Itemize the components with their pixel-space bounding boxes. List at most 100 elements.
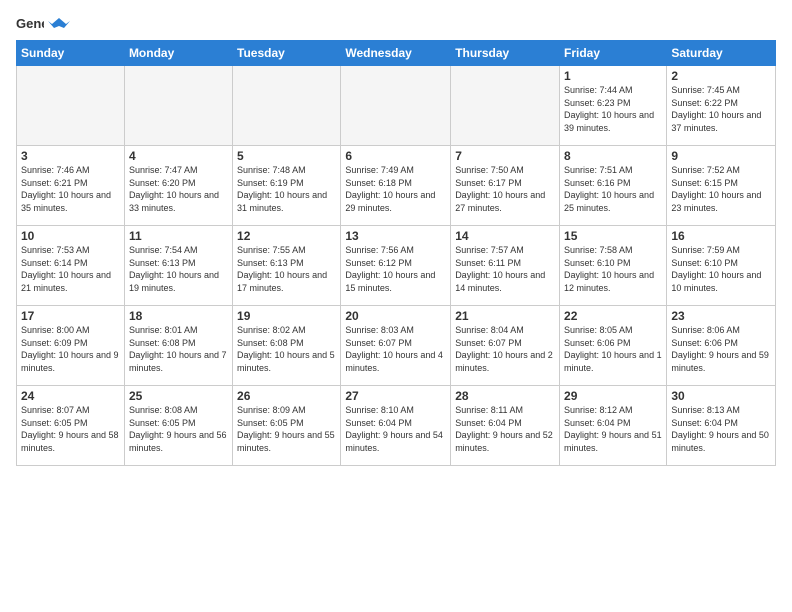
day-info: Sunrise: 8:05 AM Sunset: 6:06 PM Dayligh… [564, 324, 662, 374]
calendar-cell: 19Sunrise: 8:02 AM Sunset: 6:08 PM Dayli… [233, 306, 341, 386]
day-number: 14 [455, 229, 555, 243]
calendar-cell [233, 66, 341, 146]
calendar-cell: 14Sunrise: 7:57 AM Sunset: 6:11 PM Dayli… [451, 226, 560, 306]
calendar-cell: 15Sunrise: 7:58 AM Sunset: 6:10 PM Dayli… [560, 226, 667, 306]
day-number: 1 [564, 69, 662, 83]
day-info: Sunrise: 7:59 AM Sunset: 6:10 PM Dayligh… [671, 244, 771, 294]
calendar-cell: 2Sunrise: 7:45 AM Sunset: 6:22 PM Daylig… [667, 66, 776, 146]
calendar-cell [17, 66, 125, 146]
day-info: Sunrise: 7:50 AM Sunset: 6:17 PM Dayligh… [455, 164, 555, 214]
calendar-cell: 3Sunrise: 7:46 AM Sunset: 6:21 PM Daylig… [17, 146, 125, 226]
day-info: Sunrise: 7:48 AM Sunset: 6:19 PM Dayligh… [237, 164, 336, 214]
day-info: Sunrise: 7:55 AM Sunset: 6:13 PM Dayligh… [237, 244, 336, 294]
calendar-cell: 23Sunrise: 8:06 AM Sunset: 6:06 PM Dayli… [667, 306, 776, 386]
calendar-week-4: 24Sunrise: 8:07 AM Sunset: 6:05 PM Dayli… [17, 386, 776, 466]
calendar-cell [451, 66, 560, 146]
day-number: 4 [129, 149, 228, 163]
day-number: 15 [564, 229, 662, 243]
day-info: Sunrise: 7:49 AM Sunset: 6:18 PM Dayligh… [345, 164, 446, 214]
day-info: Sunrise: 7:58 AM Sunset: 6:10 PM Dayligh… [564, 244, 662, 294]
calendar-table: SundayMondayTuesdayWednesdayThursdayFrid… [16, 40, 776, 466]
calendar-week-2: 10Sunrise: 7:53 AM Sunset: 6:14 PM Dayli… [17, 226, 776, 306]
day-info: Sunrise: 8:11 AM Sunset: 6:04 PM Dayligh… [455, 404, 555, 454]
calendar-cell: 5Sunrise: 7:48 AM Sunset: 6:19 PM Daylig… [233, 146, 341, 226]
day-number: 7 [455, 149, 555, 163]
day-number: 27 [345, 389, 446, 403]
weekday-header-monday: Monday [124, 41, 232, 66]
calendar-cell: 18Sunrise: 8:01 AM Sunset: 6:08 PM Dayli… [124, 306, 232, 386]
day-number: 23 [671, 309, 771, 323]
day-info: Sunrise: 8:06 AM Sunset: 6:06 PM Dayligh… [671, 324, 771, 374]
day-info: Sunrise: 7:54 AM Sunset: 6:13 PM Dayligh… [129, 244, 228, 294]
calendar-cell: 9Sunrise: 7:52 AM Sunset: 6:15 PM Daylig… [667, 146, 776, 226]
day-number: 26 [237, 389, 336, 403]
day-info: Sunrise: 7:45 AM Sunset: 6:22 PM Dayligh… [671, 84, 771, 134]
calendar-cell: 4Sunrise: 7:47 AM Sunset: 6:20 PM Daylig… [124, 146, 232, 226]
weekday-header-row: SundayMondayTuesdayWednesdayThursdayFrid… [17, 41, 776, 66]
weekday-header-sunday: Sunday [17, 41, 125, 66]
day-info: Sunrise: 8:08 AM Sunset: 6:05 PM Dayligh… [129, 404, 228, 454]
day-info: Sunrise: 7:57 AM Sunset: 6:11 PM Dayligh… [455, 244, 555, 294]
calendar-cell: 28Sunrise: 8:11 AM Sunset: 6:04 PM Dayli… [451, 386, 560, 466]
day-number: 18 [129, 309, 228, 323]
weekday-header-thursday: Thursday [451, 41, 560, 66]
calendar-cell: 27Sunrise: 8:10 AM Sunset: 6:04 PM Dayli… [341, 386, 451, 466]
logo: General [16, 12, 70, 34]
logo-icon: General [16, 12, 44, 34]
day-info: Sunrise: 8:01 AM Sunset: 6:08 PM Dayligh… [129, 324, 228, 374]
day-number: 24 [21, 389, 120, 403]
day-number: 20 [345, 309, 446, 323]
calendar-cell: 6Sunrise: 7:49 AM Sunset: 6:18 PM Daylig… [341, 146, 451, 226]
day-info: Sunrise: 7:53 AM Sunset: 6:14 PM Dayligh… [21, 244, 120, 294]
header: General [16, 12, 776, 34]
day-info: Sunrise: 7:56 AM Sunset: 6:12 PM Dayligh… [345, 244, 446, 294]
day-info: Sunrise: 8:09 AM Sunset: 6:05 PM Dayligh… [237, 404, 336, 454]
calendar-week-3: 17Sunrise: 8:00 AM Sunset: 6:09 PM Dayli… [17, 306, 776, 386]
day-number: 16 [671, 229, 771, 243]
calendar-cell: 26Sunrise: 8:09 AM Sunset: 6:05 PM Dayli… [233, 386, 341, 466]
calendar-cell: 22Sunrise: 8:05 AM Sunset: 6:06 PM Dayli… [560, 306, 667, 386]
calendar-cell: 29Sunrise: 8:12 AM Sunset: 6:04 PM Dayli… [560, 386, 667, 466]
day-number: 25 [129, 389, 228, 403]
calendar-cell: 30Sunrise: 8:13 AM Sunset: 6:04 PM Dayli… [667, 386, 776, 466]
day-info: Sunrise: 7:51 AM Sunset: 6:16 PM Dayligh… [564, 164, 662, 214]
calendar-cell: 11Sunrise: 7:54 AM Sunset: 6:13 PM Dayli… [124, 226, 232, 306]
day-number: 8 [564, 149, 662, 163]
calendar-cell: 20Sunrise: 8:03 AM Sunset: 6:07 PM Dayli… [341, 306, 451, 386]
day-info: Sunrise: 8:13 AM Sunset: 6:04 PM Dayligh… [671, 404, 771, 454]
calendar-cell: 16Sunrise: 7:59 AM Sunset: 6:10 PM Dayli… [667, 226, 776, 306]
day-number: 13 [345, 229, 446, 243]
weekday-header-tuesday: Tuesday [233, 41, 341, 66]
calendar-week-0: 1Sunrise: 7:44 AM Sunset: 6:23 PM Daylig… [17, 66, 776, 146]
day-info: Sunrise: 8:07 AM Sunset: 6:05 PM Dayligh… [21, 404, 120, 454]
day-number: 29 [564, 389, 662, 403]
day-number: 19 [237, 309, 336, 323]
weekday-header-friday: Friday [560, 41, 667, 66]
day-info: Sunrise: 8:04 AM Sunset: 6:07 PM Dayligh… [455, 324, 555, 374]
day-number: 2 [671, 69, 771, 83]
day-info: Sunrise: 7:52 AM Sunset: 6:15 PM Dayligh… [671, 164, 771, 214]
calendar-cell: 7Sunrise: 7:50 AM Sunset: 6:17 PM Daylig… [451, 146, 560, 226]
calendar-cell: 1Sunrise: 7:44 AM Sunset: 6:23 PM Daylig… [560, 66, 667, 146]
day-number: 30 [671, 389, 771, 403]
day-info: Sunrise: 8:12 AM Sunset: 6:04 PM Dayligh… [564, 404, 662, 454]
day-info: Sunrise: 7:44 AM Sunset: 6:23 PM Dayligh… [564, 84, 662, 134]
calendar-week-1: 3Sunrise: 7:46 AM Sunset: 6:21 PM Daylig… [17, 146, 776, 226]
day-number: 6 [345, 149, 446, 163]
day-info: Sunrise: 7:47 AM Sunset: 6:20 PM Dayligh… [129, 164, 228, 214]
day-info: Sunrise: 8:02 AM Sunset: 6:08 PM Dayligh… [237, 324, 336, 374]
day-number: 10 [21, 229, 120, 243]
calendar-cell: 13Sunrise: 7:56 AM Sunset: 6:12 PM Dayli… [341, 226, 451, 306]
day-number: 12 [237, 229, 336, 243]
calendar-cell: 8Sunrise: 7:51 AM Sunset: 6:16 PM Daylig… [560, 146, 667, 226]
calendar-cell: 12Sunrise: 7:55 AM Sunset: 6:13 PM Dayli… [233, 226, 341, 306]
calendar-cell [124, 66, 232, 146]
day-info: Sunrise: 8:00 AM Sunset: 6:09 PM Dayligh… [21, 324, 120, 374]
calendar-cell [341, 66, 451, 146]
calendar-cell: 10Sunrise: 7:53 AM Sunset: 6:14 PM Dayli… [17, 226, 125, 306]
day-number: 28 [455, 389, 555, 403]
weekday-header-saturday: Saturday [667, 41, 776, 66]
day-info: Sunrise: 7:46 AM Sunset: 6:21 PM Dayligh… [21, 164, 120, 214]
calendar-cell: 25Sunrise: 8:08 AM Sunset: 6:05 PM Dayli… [124, 386, 232, 466]
day-number: 3 [21, 149, 120, 163]
